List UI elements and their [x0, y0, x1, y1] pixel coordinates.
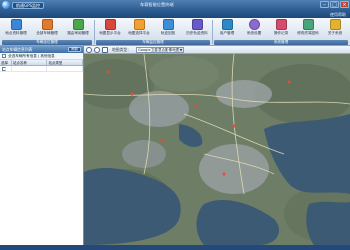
history-icon [191, 19, 203, 30]
panel-title: 站点车辆信息列表 [2, 47, 33, 52]
left-panel: 站点车辆信息列表 刷新 全选车辆所有信息 | 其他信息 选择 站点名称 站点类型 [0, 46, 84, 245]
maximize-button[interactable]: □ [330, 1, 339, 8]
select-all-checkbox[interactable] [2, 53, 6, 58]
user-icon [221, 19, 233, 30]
app-logo-icon [2, 1, 10, 9]
tool-track-playback[interactable]: 轨迹回放 [154, 19, 182, 39]
rss-icon [133, 19, 145, 30]
tool-system-settings[interactable]: 系统设置 [240, 19, 268, 39]
filter-row[interactable]: 全选车辆所有信息 | 其他信息 [0, 53, 83, 60]
calendar-icon [275, 19, 287, 30]
pan-icon[interactable] [102, 47, 108, 53]
tool-location-data[interactable]: 地点资料管理 [2, 19, 30, 39]
map-area[interactable]: 地图类型： Google卫星混合影像地图 ▼ [84, 46, 350, 245]
tool-route-review[interactable]: 路由审阅管理 [64, 19, 92, 39]
tool-change-password[interactable]: 修改终端密码 [294, 19, 322, 39]
tool-history-track[interactable]: 历史轨迹资料 [183, 19, 211, 39]
group-label-system: 系统管理 [214, 40, 348, 45]
column-station-type[interactable]: 站点类型 [47, 60, 83, 65]
menu-bar: 使用帮助 [0, 11, 350, 18]
column-station-name[interactable]: 站点名称 [12, 60, 48, 65]
tool-all-vehicles[interactable]: 全部车辆管理 [33, 19, 61, 39]
group-label-vehicle-location: 车辆定位管理 [2, 40, 92, 45]
map-icon [104, 19, 116, 30]
close-button[interactable]: × [340, 1, 349, 8]
tool-map-select[interactable]: 地图选择平台 [125, 19, 153, 39]
car-icon [41, 19, 53, 30]
clock-icon [248, 19, 260, 30]
map-toolbar: 地图类型： Google卫星混合影像地图 ▼ [84, 46, 350, 54]
row-cell-check[interactable] [0, 66, 12, 71]
satellite-map[interactable] [84, 54, 350, 245]
row-checkbox[interactable] [2, 67, 6, 71]
tool-map-display[interactable]: 地图显示平台 [96, 19, 124, 39]
database-icon [302, 19, 314, 30]
row-cell-type [47, 66, 83, 71]
help-icon [329, 19, 341, 30]
track-icon [162, 19, 174, 30]
route-icon [72, 19, 84, 30]
map-marker-icon [194, 104, 198, 108]
tool-user-management[interactable]: 用户管理 [213, 19, 241, 39]
map-marker-icon [160, 138, 164, 142]
minimize-button[interactable]: – [320, 1, 329, 8]
table-row[interactable] [0, 66, 83, 72]
refresh-button[interactable]: 刷新 [68, 47, 81, 52]
map-marker-icon [232, 124, 236, 128]
ribbon-toolbar: 地点资料管理 全部车辆管理 路由审阅管理 车辆定位管理 地图显示平台 地图选择平… [0, 18, 350, 46]
map-marker-icon [222, 172, 226, 176]
row-cell-name [12, 66, 48, 71]
zoom-out-icon[interactable] [94, 47, 100, 53]
group-label-vehicle-monitor: 车辆监控管理 [96, 40, 210, 45]
help-menu[interactable]: 使用帮助 [330, 12, 346, 17]
map-type-label: 地图类型： [112, 47, 131, 52]
panel-header: 站点车辆信息列表 刷新 [0, 46, 83, 53]
map-marker-icon [106, 70, 110, 74]
map-type-select[interactable]: Google卫星混合影像地图 ▼ [136, 47, 184, 53]
tool-about[interactable]: 关于系统 [321, 19, 349, 39]
map-marker-icon [130, 92, 134, 96]
filter-label: 全选车辆所有信息 | 其他信息 [8, 54, 55, 58]
zoom-in-icon[interactable] [86, 47, 92, 53]
window-controls: – □ × [320, 1, 349, 8]
app-badge: 航通GPS监控 [12, 2, 45, 9]
tool-operation-log[interactable]: 操作记录 [267, 19, 295, 39]
toolbar-separator [94, 20, 95, 44]
chevron-down-icon: ▼ [179, 48, 183, 52]
map-marker-icon [287, 80, 291, 84]
window-title: 车载智能位置终端 [140, 2, 174, 7]
globe-icon [10, 19, 22, 30]
title-bar: 航通GPS监控 车载智能位置终端 – □ × [0, 0, 350, 11]
status-bar [0, 245, 350, 250]
column-select[interactable]: 选择 [0, 60, 12, 65]
